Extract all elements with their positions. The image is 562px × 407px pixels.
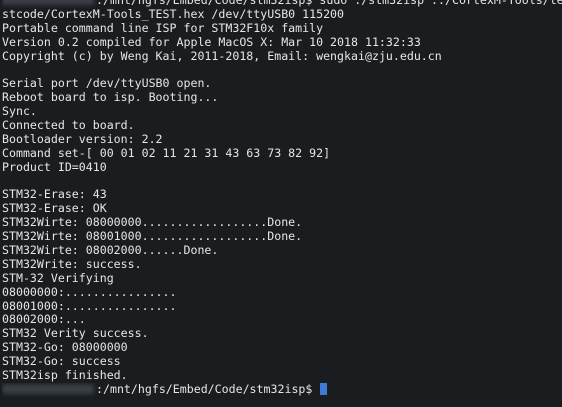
line-text: Bootloader version: 2.2: [2, 132, 163, 146]
line-text: Sync.: [2, 105, 37, 119]
line-text: STM32Wirte: 08001000..................Do…: [2, 230, 303, 244]
terminal-line: Serial port /dev/ttyUSB0 open.: [2, 77, 562, 91]
line-text: STM32Wirte: 08002000......Done.: [2, 244, 219, 258]
terminal-line: Product ID=0410: [2, 161, 562, 175]
line-text: Portable command line ISP for STM32F10x …: [2, 21, 324, 35]
terminal-window[interactable]: :/mnt/hgfs/Embed/Code/stm32isp$ sudo ./s…: [0, 0, 562, 407]
line-text: 08000000:................: [2, 285, 177, 299]
line-text: STM32 Verity success.: [2, 327, 149, 341]
terminal-line: Reboot board to isp. Booting...: [2, 91, 562, 105]
line-text: STM32Wirte: 08000000..................Do…: [2, 216, 303, 230]
terminal-line: STM32-Go: success: [2, 355, 562, 369]
terminal-line: Copyright (c) by Weng Kai, 2011-2018, Em…: [2, 50, 562, 64]
prompt-line: :/mnt/hgfs/Embed/Code/stm32isp$: [2, 382, 562, 397]
terminal-line: STM32isp finished.: [2, 369, 562, 383]
terminal-line: stcode/CortexM-Tools_TEST.hex /dev/ttyUS…: [2, 8, 562, 22]
line-text: Version 0.2 compiled for Apple MacOS X: …: [2, 35, 421, 49]
terminal-line: Connected to board.: [2, 119, 562, 133]
line-text: 08001000:................: [2, 299, 177, 313]
line-text: Product ID=0410: [2, 160, 107, 174]
terminal-line: STM32Wirte: 08001000..................Do…: [2, 230, 562, 244]
line-text: Connected to board.: [2, 119, 135, 133]
line-text: STM32-Go: 08000000: [2, 341, 128, 355]
terminal-line: :/mnt/hgfs/Embed/Code/stm32isp$ sudo ./s…: [2, 0, 562, 8]
line-text: Command set-[ 00 01 02 11 21 31 43 63 73…: [2, 146, 331, 160]
line-text: Copyright (c) by Weng Kai, 2011-2018, Em…: [2, 49, 442, 63]
line-text: :/mnt/hgfs/Embed/Code/stm32isp$ sudo ./s…: [96, 0, 562, 7]
line-text: STM32-Go: success: [2, 355, 121, 369]
redacted-username: [2, 0, 94, 5]
terminal-line: Version 0.2 compiled for Apple MacOS X: …: [2, 36, 562, 50]
line-text: Reboot board to isp. Booting...: [2, 91, 219, 105]
terminal-line: STM-32 Verifying: [2, 272, 562, 286]
terminal-line: 08000000:................: [2, 286, 562, 300]
line-text: Serial port /dev/ttyUSB0 open.: [2, 77, 212, 91]
terminal-line: STM32-Erase: 43: [2, 188, 562, 202]
line-text: 08002000:...: [2, 313, 86, 327]
terminal-line: STM32Wirte: 08000000..................Do…: [2, 216, 562, 230]
line-text: STM32-Erase: 43: [2, 188, 107, 202]
line-text: STM32Write: success.: [2, 257, 142, 271]
terminal-line: STM32Wirte: 08002000......Done.: [2, 244, 562, 258]
line-text: stcode/CortexM-Tools_TEST.hex /dev/ttyUS…: [2, 7, 345, 21]
line-text: STM32-Erase: OK: [2, 202, 107, 216]
terminal-line: STM32 Verity success.: [2, 327, 562, 341]
line-text: STM-32 Verifying: [2, 271, 114, 285]
terminal-line: 08002000:...: [2, 313, 562, 327]
terminal-line: Bootloader version: 2.2: [2, 133, 562, 147]
terminal-line: Command set-[ 00 01 02 11 21 31 43 63 73…: [2, 147, 562, 161]
terminal-line: STM32-Go: 08000000: [2, 341, 562, 355]
redacted-username: [2, 383, 94, 394]
terminal-line: STM32-Erase: OK: [2, 202, 562, 216]
terminal-line: 08001000:................: [2, 300, 562, 314]
line-text: :/mnt/hgfs/Embed/Code/stm32isp$: [96, 382, 320, 396]
terminal-line: Sync.: [2, 105, 562, 119]
line-text: STM32isp finished.: [2, 369, 128, 383]
terminal-line: STM32Write: success.: [2, 258, 562, 272]
text-cursor: [320, 382, 328, 395]
terminal-line: Portable command line ISP for STM32F10x …: [2, 22, 562, 36]
